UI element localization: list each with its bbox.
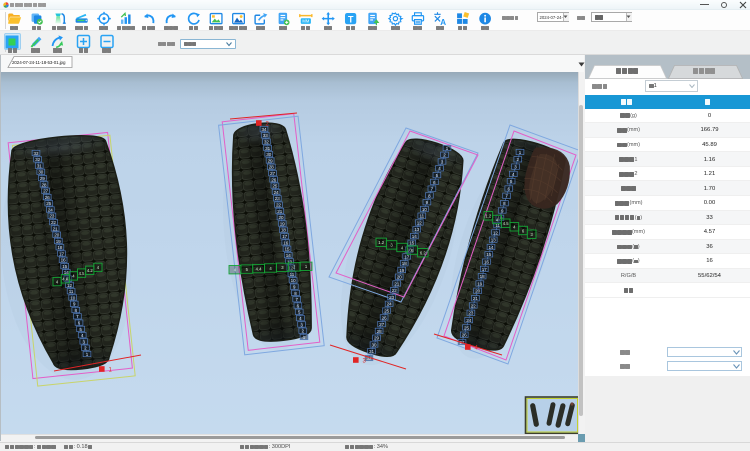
svg-text:23: 23: [389, 295, 395, 300]
svg-text:22: 22: [276, 203, 282, 208]
svg-text:28: 28: [377, 329, 383, 334]
svg-text:16: 16: [484, 260, 490, 265]
svg-text:24: 24: [466, 318, 472, 323]
svg-text:27: 27: [379, 322, 385, 327]
svg-text:29: 29: [374, 336, 380, 341]
svg-text:28: 28: [269, 165, 275, 170]
svg-text:1.2: 1.2: [378, 240, 384, 245]
svg-text:14: 14: [412, 234, 418, 239]
svg-text:21: 21: [473, 296, 479, 301]
svg-text:20: 20: [54, 233, 60, 238]
svg-text:26: 26: [45, 195, 51, 200]
svg-text:30: 30: [38, 170, 44, 175]
svg-text:27: 27: [270, 171, 276, 176]
svg-text:18: 18: [402, 261, 408, 266]
svg-text:10: 10: [422, 207, 428, 212]
svg-text:30: 30: [371, 342, 377, 347]
svg-text:25: 25: [272, 184, 278, 189]
svg-text:21: 21: [277, 209, 283, 214]
svg-text:10: 10: [70, 295, 76, 300]
svg-text:28: 28: [41, 182, 47, 187]
svg-text:32: 32: [35, 157, 41, 162]
svg-text:4.5: 4.5: [79, 271, 85, 276]
svg-text:22: 22: [392, 288, 398, 293]
svg-text:13: 13: [491, 238, 497, 243]
svg-text:17: 17: [404, 254, 410, 259]
svg-text:24: 24: [48, 207, 54, 212]
svg-text:19: 19: [399, 268, 405, 273]
svg-text:15: 15: [284, 247, 290, 252]
svg-text:19: 19: [56, 239, 62, 244]
svg-text:30: 30: [266, 152, 272, 157]
svg-text:12: 12: [417, 220, 423, 225]
svg-text:4.5: 4.5: [503, 221, 509, 226]
svg-text:T: T: [348, 14, 354, 24]
svg-text:26: 26: [271, 177, 277, 182]
svg-text:24: 24: [274, 190, 280, 195]
svg-text:34: 34: [261, 127, 267, 132]
svg-text:26: 26: [382, 315, 388, 320]
svg-text:1.2: 1.2: [485, 214, 491, 219]
svg-text:31: 31: [369, 349, 375, 354]
svg-text:21: 21: [53, 226, 59, 231]
svg-text:4.4: 4.4: [62, 277, 68, 282]
svg-text:29: 29: [40, 176, 46, 181]
svg-text:17: 17: [59, 251, 65, 256]
svg-text:24: 24: [387, 302, 393, 307]
svg-text:MM: MM: [302, 19, 309, 24]
svg-text:11: 11: [69, 289, 74, 294]
svg-text:20: 20: [397, 275, 403, 280]
svg-text:19: 19: [477, 281, 483, 286]
svg-text:10: 10: [291, 278, 297, 283]
svg-text:23: 23: [275, 196, 281, 201]
svg-text:15: 15: [409, 241, 415, 246]
svg-text:12: 12: [67, 283, 73, 288]
svg-text:20: 20: [475, 289, 481, 294]
svg-text:31: 31: [265, 146, 271, 151]
svg-text:25: 25: [46, 201, 52, 206]
svg-text:33: 33: [263, 133, 269, 138]
svg-text:4.2: 4.2: [87, 268, 93, 273]
svg-text:31: 31: [37, 164, 43, 169]
svg-text:14: 14: [488, 245, 494, 250]
svg-text:18: 18: [57, 245, 63, 250]
svg-text:23: 23: [49, 214, 55, 219]
svg-text:12: 12: [493, 230, 499, 235]
svg-text:18: 18: [480, 274, 486, 279]
svg-text:14: 14: [286, 253, 292, 258]
svg-text:26: 26: [462, 333, 468, 338]
svg-text:27: 27: [43, 189, 49, 194]
svg-text:18: 18: [281, 228, 287, 233]
svg-text:19: 19: [280, 221, 286, 226]
svg-text:22: 22: [51, 220, 57, 225]
svg-text:11: 11: [290, 272, 295, 277]
svg-text:25: 25: [464, 325, 470, 330]
svg-text:4.4: 4.4: [256, 266, 262, 271]
svg-text:13: 13: [414, 227, 420, 232]
svg-text:11: 11: [419, 214, 424, 219]
svg-text:32: 32: [264, 140, 270, 145]
svg-text:29: 29: [268, 158, 274, 163]
svg-text:20: 20: [278, 215, 284, 220]
svg-text:15: 15: [62, 264, 68, 269]
svg-text:21: 21: [394, 281, 400, 286]
svg-text:22: 22: [471, 303, 477, 308]
svg-text:17: 17: [482, 267, 488, 272]
svg-text:33: 33: [33, 151, 39, 156]
svg-text:6.2: 6.2: [420, 251, 426, 256]
svg-text:16: 16: [61, 258, 67, 263]
svg-text:23: 23: [468, 311, 474, 316]
svg-text:15: 15: [486, 252, 492, 257]
svg-text:17: 17: [282, 234, 288, 239]
svg-text:25: 25: [384, 309, 390, 314]
svg-text:16: 16: [283, 240, 289, 245]
